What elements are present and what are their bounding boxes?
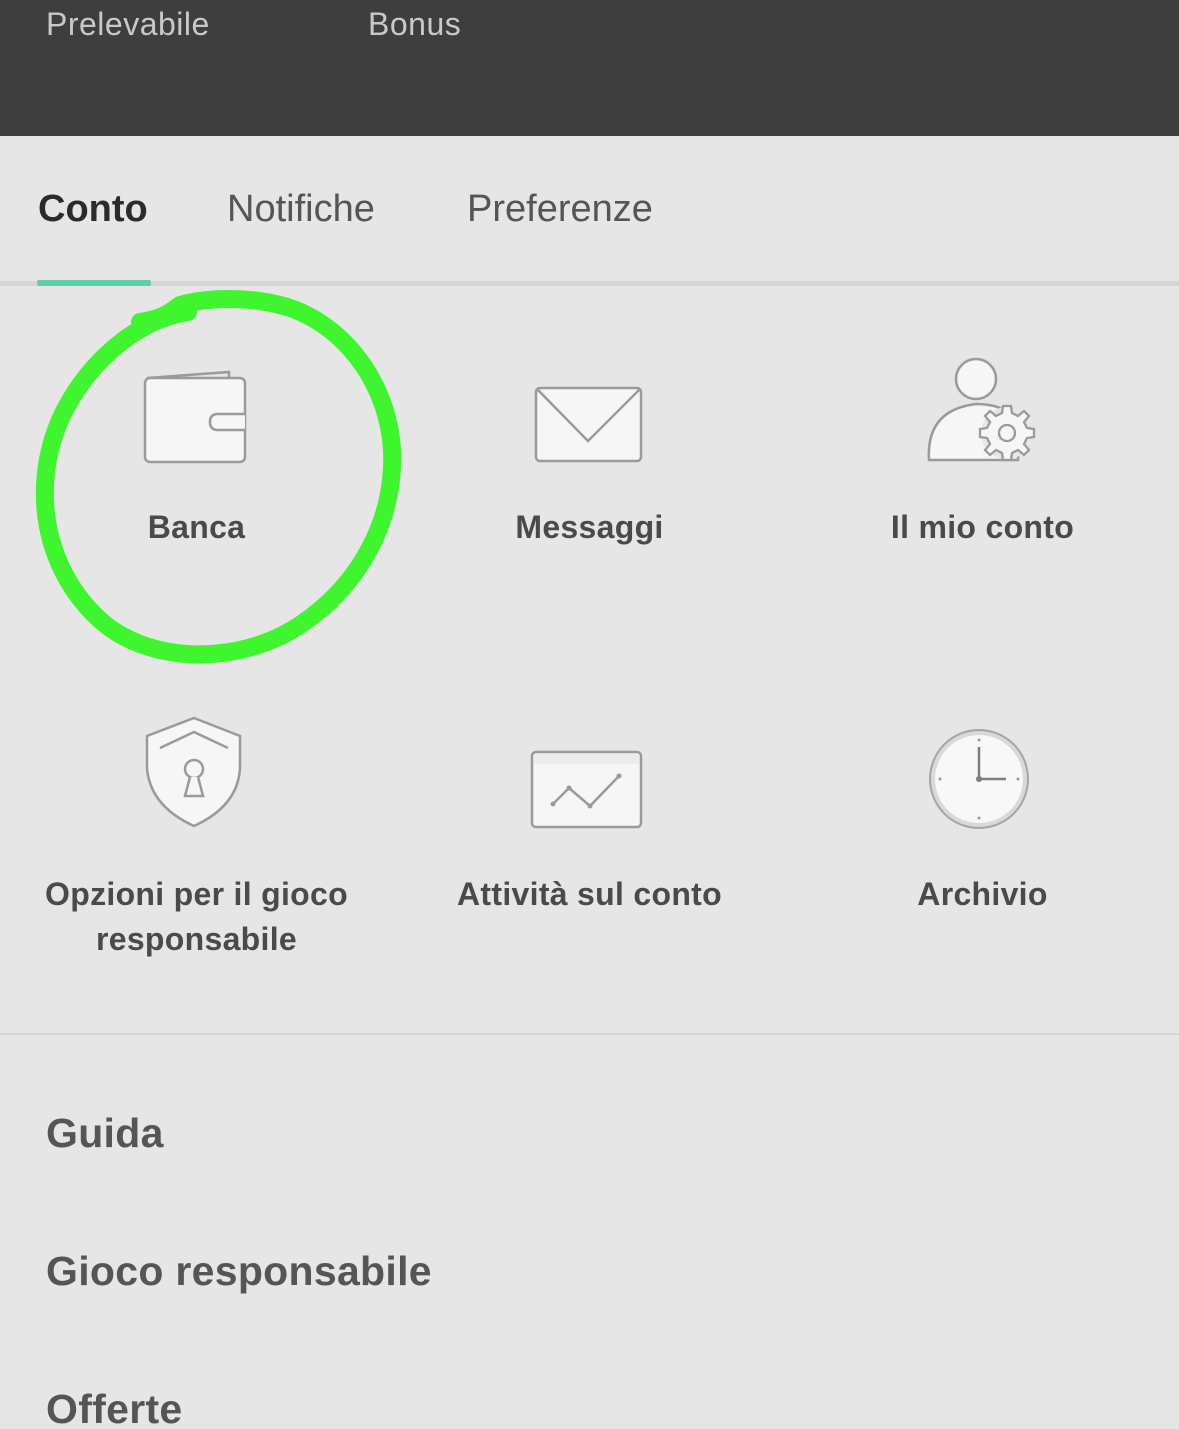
- tile-banca[interactable]: Banca: [0, 300, 393, 630]
- tile-label-archivio: Archivio: [917, 876, 1048, 912]
- envelope-icon: [534, 386, 643, 463]
- tile-messaggi[interactable]: Messaggi: [393, 300, 786, 630]
- tile-attivita-conto[interactable]: Attività sul conto: [393, 700, 786, 970]
- tile-label-banca: Banca: [147, 509, 246, 545]
- active-tab-indicator: [37, 280, 151, 286]
- tile-label-attivita-conto: Attività sul conto: [457, 876, 722, 912]
- tab-divider: [0, 281, 1179, 286]
- bonus-label: Bonus: [368, 6, 462, 42]
- tile-label-gioco-responsabile: Opzioni per il gioco responsabile: [45, 876, 348, 957]
- withdrawable-label: Prelevabile: [46, 6, 210, 42]
- tab-preferenze[interactable]: Preferenze: [467, 188, 653, 231]
- tile-label-il-mio-conto: Il mio conto: [890, 509, 1075, 545]
- clock-icon: [929, 729, 1029, 829]
- menu-item-offerte[interactable]: Offerte: [46, 1386, 183, 1429]
- wallet-icon: [143, 370, 247, 464]
- section-divider: [0, 1033, 1179, 1035]
- tile-archivio[interactable]: Archivio: [786, 700, 1179, 970]
- menu-item-guida[interactable]: Guida: [46, 1110, 164, 1157]
- balance-header: Prelevabile Bonus: [0, 0, 1179, 136]
- shield-keyhole-icon: [145, 716, 242, 828]
- user-settings-icon: [927, 357, 1036, 462]
- tab-conto[interactable]: Conto: [38, 188, 148, 231]
- tile-il-mio-conto[interactable]: Il mio conto: [786, 300, 1179, 630]
- activity-chart-icon: [530, 750, 643, 829]
- tab-notifiche[interactable]: Notifiche: [227, 188, 375, 231]
- menu-item-gioco-responsabile[interactable]: Gioco responsabile: [46, 1248, 432, 1295]
- tile-label-messaggi: Messaggi: [515, 509, 664, 545]
- account-tabs: Conto Notifiche Preferenze: [0, 136, 1179, 286]
- tile-gioco-responsabile[interactable]: Opzioni per il gioco responsabile: [0, 700, 393, 970]
